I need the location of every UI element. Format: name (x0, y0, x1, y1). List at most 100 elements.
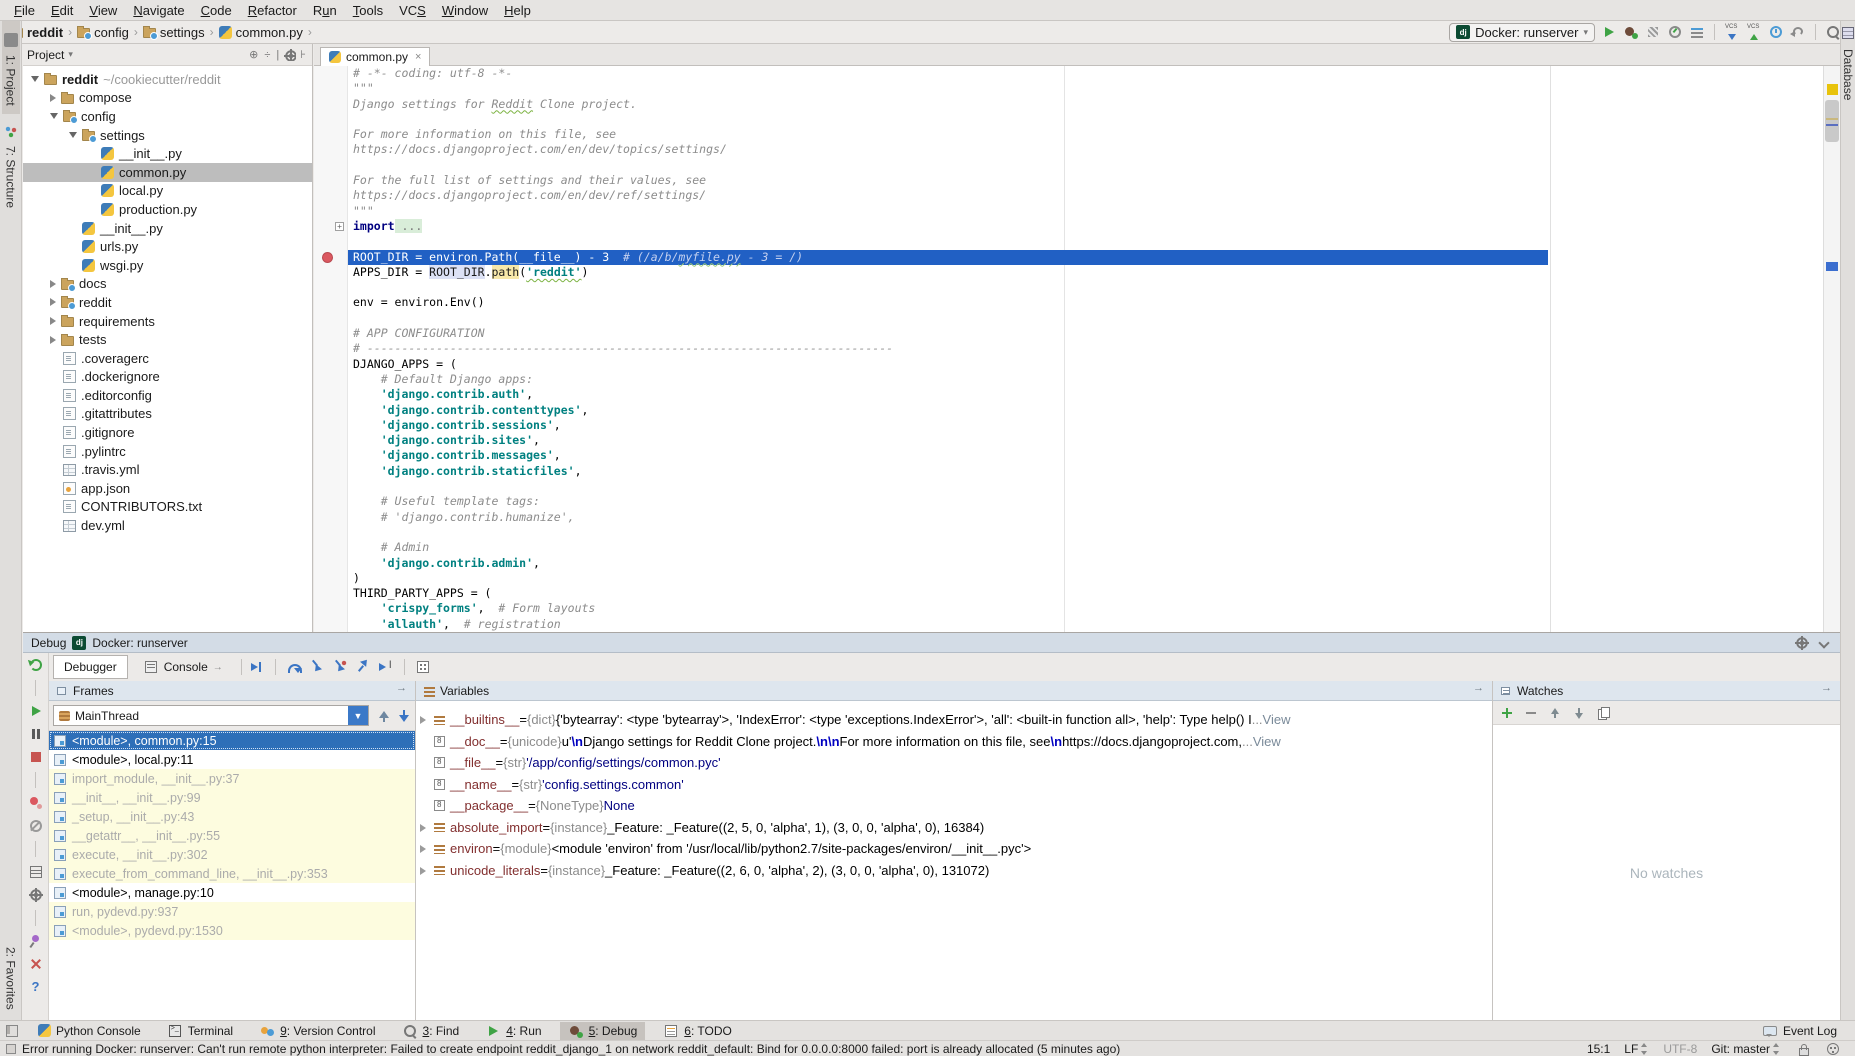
tree-chevron-icon[interactable] (50, 280, 56, 288)
gravatar-icon[interactable] (1825, 1041, 1841, 1056)
next-frame-icon[interactable] (395, 708, 411, 724)
menu-code[interactable]: Code (193, 1, 240, 20)
sidebar-tab-structure[interactable]: 7: Structure (2, 114, 20, 216)
tree-item-tests[interactable]: tests (23, 330, 312, 349)
toolwindow-tab-terminal[interactable]: Terminal (159, 1022, 241, 1040)
editor-gutter[interactable] (314, 97, 348, 112)
editor-gutter[interactable] (314, 142, 348, 157)
locate-icon[interactable]: ⊕ (247, 48, 260, 61)
frame-row[interactable]: <module>, local.py:11 (49, 750, 415, 769)
menu-window[interactable]: Window (434, 1, 496, 20)
tree-item-CONTRIBUTORS.txt[interactable]: CONTRIBUTORS.txt (23, 498, 312, 517)
prev-frame-icon[interactable] (375, 708, 391, 724)
editor-gutter[interactable] (314, 525, 348, 540)
watch-add-icon[interactable] (1499, 705, 1515, 721)
tree-item-docs[interactable]: docs (23, 275, 312, 294)
hide-tool-window-icon[interactable] (1816, 635, 1832, 651)
tree-item-local.py[interactable]: local.py (23, 182, 312, 201)
watch-duplicate-icon[interactable] (1595, 705, 1611, 721)
watch-remove-icon[interactable] (1523, 705, 1539, 721)
close-icon[interactable]: × (413, 51, 421, 63)
menu-edit[interactable]: Edit (43, 1, 81, 20)
editor-gutter[interactable] (314, 617, 348, 632)
editor-gutter[interactable] (314, 204, 348, 219)
inspection-status-icon[interactable] (1827, 84, 1838, 95)
editor-scrollbar[interactable] (1823, 66, 1840, 632)
editor-gutter[interactable] (314, 571, 348, 586)
tree-chevron-icon[interactable] (50, 113, 58, 119)
editor-gutter[interactable] (314, 601, 348, 616)
expand-arrow-icon[interactable] (420, 820, 432, 835)
float-panel-icon[interactable] (1818, 683, 1834, 699)
debugger-pause-icon[interactable] (28, 726, 44, 742)
editor-gutter[interactable] (314, 280, 348, 295)
editor-gutter[interactable] (314, 556, 348, 571)
breadcrumb-item-common.py[interactable]: common.py (217, 25, 305, 40)
stripe-mark[interactable] (1826, 124, 1838, 126)
float-panel-icon[interactable] (393, 683, 409, 699)
frame-row[interactable]: <module>, pydevd.py:1530 (49, 921, 415, 940)
editor-gutter[interactable] (314, 265, 348, 280)
editor-gutter[interactable] (314, 173, 348, 188)
tree-item-.travis.yml[interactable]: .travis.yml (23, 460, 312, 479)
variable-row[interactable]: __package__ = {NoneType} None (416, 795, 1492, 817)
toolwindow-tab-python-console[interactable]: Python Console (30, 1022, 149, 1040)
toolwindow-tab-4-run[interactable]: 4: Run (477, 1022, 549, 1040)
code-area[interactable]: # -*- coding: utf-8 -*-"""Django setting… (314, 66, 1840, 632)
tree-chevron-icon[interactable] (50, 298, 56, 306)
gear-icon[interactable] (283, 48, 296, 61)
editor-gutter[interactable] (314, 479, 348, 494)
coverage-icon[interactable] (1645, 24, 1661, 40)
debugger-mute-breakpoints-icon[interactable] (28, 818, 44, 834)
undo-icon[interactable] (1790, 24, 1806, 40)
vcs-update-icon[interactable] (1724, 24, 1740, 40)
view-link[interactable]: View (1263, 712, 1291, 727)
variable-row[interactable]: __name__ = {str} 'config.settings.common… (416, 774, 1492, 796)
tab-console[interactable]: Console→ (132, 655, 234, 679)
chevron-down-icon[interactable]: ▾ (68, 49, 73, 60)
scrollbar-thumb[interactable] (1825, 100, 1839, 142)
editor-gutter[interactable] (314, 357, 348, 372)
tree-item-app.json[interactable]: app.json (23, 479, 312, 498)
collapse-all-icon[interactable]: ÷ (262, 49, 272, 61)
editor-gutter[interactable] (314, 158, 348, 173)
tool-window-switcher-icon[interactable] (4, 1023, 20, 1039)
tree-item-reddit[interactable]: reddit (23, 293, 312, 312)
debug-icon[interactable] (1623, 24, 1639, 40)
gear-icon[interactable] (1794, 635, 1810, 651)
toolwindow-tab-5-debug[interactable]: 5: Debug (560, 1022, 646, 1040)
force-step-into-icon[interactable] (332, 659, 348, 675)
expand-arrow-icon[interactable] (420, 712, 432, 727)
editor-gutter[interactable] (314, 311, 348, 326)
editor-gutter[interactable] (314, 494, 348, 509)
vcs-commit-icon[interactable] (1746, 24, 1762, 40)
variable-row[interactable]: absolute_import = {instance} _Feature: _… (416, 817, 1492, 839)
tree-item-reddit[interactable]: reddit ~/cookiecutter/reddit (23, 70, 312, 89)
expand-arrow-icon[interactable] (420, 841, 432, 856)
variable-row[interactable]: unicode_literals = {instance} _Feature: … (416, 860, 1492, 882)
menu-refactor[interactable]: Refactor (240, 1, 305, 20)
frame-row[interactable]: execute_from_command_line, __init__.py:3… (49, 864, 415, 883)
tree-item-dev.yml[interactable]: dev.yml (23, 516, 312, 535)
sidebar-tab-favorites[interactable]: 2: Favorites (2, 939, 20, 1018)
breadcrumb-item-settings[interactable]: settings (141, 25, 207, 40)
toolwindow-tab-6-todo[interactable]: 6: TODO (655, 1022, 740, 1040)
debugger-resume-icon[interactable] (28, 703, 44, 719)
search-icon[interactable] (1825, 24, 1841, 40)
debugger-help-icon[interactable] (28, 979, 44, 995)
watch-move-down-icon[interactable] (1571, 705, 1587, 721)
git-branch-select[interactable]: Git: master (1711, 1042, 1781, 1056)
menu-view[interactable]: View (81, 1, 125, 20)
line-separator-select[interactable]: LF (1624, 1042, 1649, 1056)
tree-item-common.py[interactable]: common.py (23, 163, 312, 182)
menu-run[interactable]: Run (305, 1, 345, 20)
menu-help[interactable]: Help (496, 1, 539, 20)
run-configuration-select[interactable]: dj Docker: runserver ▾ (1449, 23, 1595, 42)
tree-item--init-.py[interactable]: __init__.py (23, 144, 312, 163)
editor-gutter[interactable] (314, 326, 348, 341)
thread-select[interactable]: MainThread ▼ (53, 705, 369, 726)
editor-gutter[interactable] (314, 586, 348, 601)
editor-gutter[interactable] (314, 448, 348, 463)
debugger-rerun-icon[interactable] (28, 657, 44, 673)
editor-gutter[interactable] (314, 81, 348, 96)
